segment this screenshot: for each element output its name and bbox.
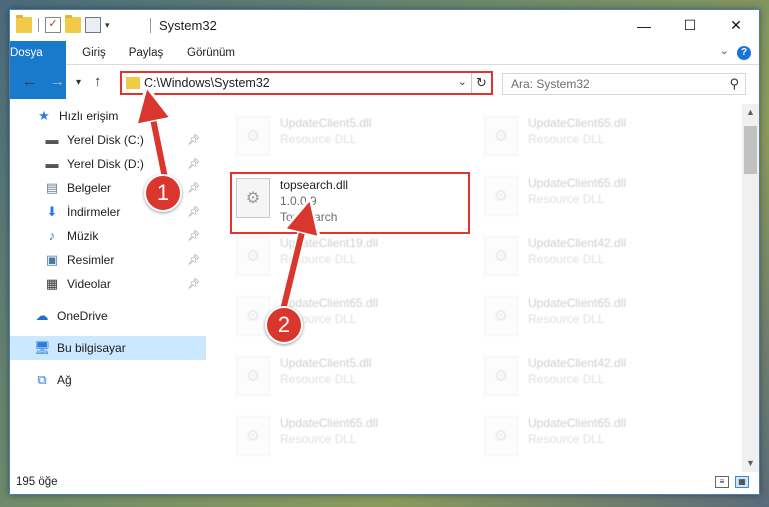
download-icon: ⬇ bbox=[46, 204, 58, 219]
dll-file-icon: ⚙ bbox=[484, 296, 518, 336]
dll-file-icon: ⚙ bbox=[236, 416, 270, 456]
maximize-button[interactable]: ☐ bbox=[667, 10, 713, 41]
list-item[interactable]: ⚙ UpdateClient65.dll Resource DLL bbox=[232, 412, 468, 470]
address-path[interactable]: C:\Windows\System32 bbox=[144, 76, 270, 90]
expand-ribbon-chevron-icon[interactable]: ⌄ bbox=[720, 44, 729, 57]
pin-icon[interactable]: 📌︎ bbox=[187, 279, 200, 290]
ribbon-tabs: Dosya Giriş Paylaş Görünüm ⌄ ? bbox=[10, 41, 759, 99]
pin-icon[interactable]: 📌︎ bbox=[187, 231, 200, 242]
list-item[interactable]: ⚙ UpdateClient65.dll Resource DLL bbox=[480, 112, 716, 170]
pin-icon[interactable]: 📌︎ bbox=[187, 135, 200, 146]
dll-file-icon: ⚙ bbox=[236, 356, 270, 396]
close-button[interactable]: ✕ bbox=[713, 10, 759, 41]
list-item[interactable]: ⚙ UpdateClient5.dll Resource DLL bbox=[232, 112, 468, 170]
callout-badge-2: 2 bbox=[265, 306, 303, 344]
details-view-icon[interactable]: ≡ bbox=[715, 476, 729, 488]
scroll-thumb[interactable] bbox=[744, 126, 757, 174]
cloud-icon: ☁ bbox=[35, 308, 49, 323]
list-item[interactable]: ⚙ UpdateClient42.dll Resource DLL bbox=[480, 232, 716, 290]
dll-file-icon: ⚙ bbox=[484, 356, 518, 396]
pin-icon[interactable]: 📌︎ bbox=[187, 207, 200, 218]
sidebar-item-videos[interactable]: ▦ Videolar 📌︎ bbox=[10, 272, 206, 296]
up-arrow-icon[interactable]: ↑ bbox=[94, 73, 102, 90]
window-title: System32 bbox=[159, 18, 217, 33]
help-icon[interactable]: ? bbox=[737, 46, 751, 60]
dll-file-icon: ⚙ bbox=[484, 416, 518, 456]
item-count: 195 öğe bbox=[16, 476, 58, 488]
search-input[interactable]: Ara: System32 ⚲ bbox=[502, 73, 746, 95]
status-bar: 195 öğe ≡ ▦ bbox=[10, 472, 759, 494]
star-icon: ★ bbox=[38, 108, 50, 123]
customize-toolbar-chevron-icon[interactable]: ▾ bbox=[105, 20, 110, 31]
sidebar-item-pictures[interactable]: ▣ Resimler 📌︎ bbox=[10, 248, 206, 272]
tiles-view-icon[interactable]: ▦ bbox=[735, 476, 749, 488]
list-item[interactable]: ⚙ UpdateClient65.dll Resource DLL bbox=[480, 292, 716, 350]
list-item[interactable]: ⚙ UpdateClient19.dll Resource DLL bbox=[232, 232, 468, 290]
title-bar: ✓ ▾ System32 — ☐ ✕ bbox=[10, 10, 759, 41]
dll-file-icon: ⚙ bbox=[236, 178, 270, 218]
dll-file-icon: ⚙ bbox=[484, 176, 518, 216]
quick-access-toolbar: ✓ ▾ bbox=[16, 15, 110, 33]
computer-icon: 🖥︎ bbox=[34, 340, 51, 355]
file-list: ⚙ UpdateClient5.dll Resource DLL ⚙ topsea… bbox=[218, 104, 742, 472]
address-row: ← → ▾ ↑ C:\Windows\System32 ⌄ ↻ Ara: Sys… bbox=[10, 67, 759, 98]
folder-icon bbox=[16, 15, 32, 33]
dll-file-icon: ⚙ bbox=[484, 236, 518, 276]
properties-check-icon[interactable]: ✓ bbox=[45, 17, 61, 33]
address-history-chevron-icon[interactable]: ⌄ bbox=[458, 75, 467, 88]
drive-icon: ▬ bbox=[45, 132, 59, 147]
file-description: TopSearch bbox=[280, 210, 338, 224]
callout-badge-1: 1 bbox=[144, 174, 182, 212]
scroll-down-arrow-icon[interactable]: ▼ bbox=[742, 455, 759, 472]
dll-file-icon: ⚙ bbox=[236, 116, 270, 156]
drive-icon: ▬ bbox=[45, 156, 59, 171]
sidebar-item-local-disk-c[interactable]: ▬ Yerel Disk (C:) 📌︎ bbox=[10, 128, 206, 152]
pin-icon[interactable]: 📌︎ bbox=[187, 159, 200, 170]
tab-home[interactable]: Giriş bbox=[72, 41, 116, 65]
list-item[interactable]: ⚙ UpdateClient65.dll Resource DLL bbox=[480, 172, 716, 230]
view-options-icon[interactable] bbox=[85, 17, 101, 33]
recent-locations-chevron-icon[interactable]: ▾ bbox=[76, 77, 81, 88]
list-item[interactable]: ⚙ UpdateClient42.dll Resource DLL bbox=[480, 352, 716, 410]
video-icon: ▦ bbox=[45, 276, 59, 291]
music-icon: ♪ bbox=[48, 228, 56, 243]
search-placeholder: Ara: System32 bbox=[511, 77, 590, 91]
list-item-topsearch-dll[interactable]: ⚙ topsearch.dll 1.0.0.9 TopSearch bbox=[230, 172, 470, 234]
tab-view[interactable]: Görünüm bbox=[180, 41, 242, 65]
dll-file-icon: ⚙ bbox=[236, 236, 270, 276]
sidebar-item-this-pc[interactable]: 🖥︎ Bu bilgisayar bbox=[10, 336, 206, 360]
search-icon[interactable]: ⚲ bbox=[729, 76, 739, 92]
documents-icon: ▤ bbox=[45, 180, 59, 195]
forward-arrow-icon[interactable]: → bbox=[50, 73, 65, 90]
list-item[interactable]: ⚙ UpdateClient65.dll Resource DLL bbox=[480, 412, 716, 470]
tab-share[interactable]: Paylaş bbox=[122, 41, 170, 65]
sidebar-item-quick-access[interactable]: ★ Hızlı erişim bbox=[10, 104, 206, 128]
new-folder-icon[interactable] bbox=[65, 15, 81, 33]
file-version: 1.0.0.9 bbox=[280, 194, 317, 208]
list-item[interactable]: ⚙ UpdateClient5.dll Resource DLL bbox=[232, 352, 468, 410]
dll-file-icon: ⚙ bbox=[484, 116, 518, 156]
pictures-icon: ▣ bbox=[45, 252, 59, 267]
sidebar-item-network[interactable]: ⧉ Ağ bbox=[10, 368, 206, 392]
sidebar-item-onedrive[interactable]: ☁ OneDrive bbox=[10, 304, 206, 328]
refresh-icon[interactable]: ↻ bbox=[471, 73, 491, 93]
folder-icon bbox=[126, 77, 140, 89]
pin-icon[interactable]: 📌︎ bbox=[187, 183, 200, 194]
minimize-button[interactable]: — bbox=[621, 10, 667, 41]
address-bar[interactable]: C:\Windows\System32 ⌄ ↻ bbox=[120, 71, 493, 95]
back-arrow-icon[interactable]: ← bbox=[22, 73, 37, 90]
sidebar-item-local-disk-d[interactable]: ▬ Yerel Disk (D:) 📌︎ bbox=[10, 152, 206, 176]
vertical-scrollbar[interactable]: ▲ ▼ bbox=[742, 104, 759, 472]
network-icon: ⧉ bbox=[37, 372, 47, 387]
scroll-up-arrow-icon[interactable]: ▲ bbox=[742, 104, 759, 121]
explorer-window: ✓ ▾ System32 — ☐ ✕ Dosya Giriş Paylaş Gö… bbox=[9, 9, 760, 495]
pin-icon[interactable]: 📌︎ bbox=[187, 255, 200, 266]
navigation-pane: ★ Hızlı erişim ▬ Yerel Disk (C:) 📌︎ ▬ Ye… bbox=[10, 104, 206, 472]
sidebar-item-music[interactable]: ♪ Müzik 📌︎ bbox=[10, 224, 206, 248]
file-name: topsearch.dll bbox=[280, 178, 349, 192]
